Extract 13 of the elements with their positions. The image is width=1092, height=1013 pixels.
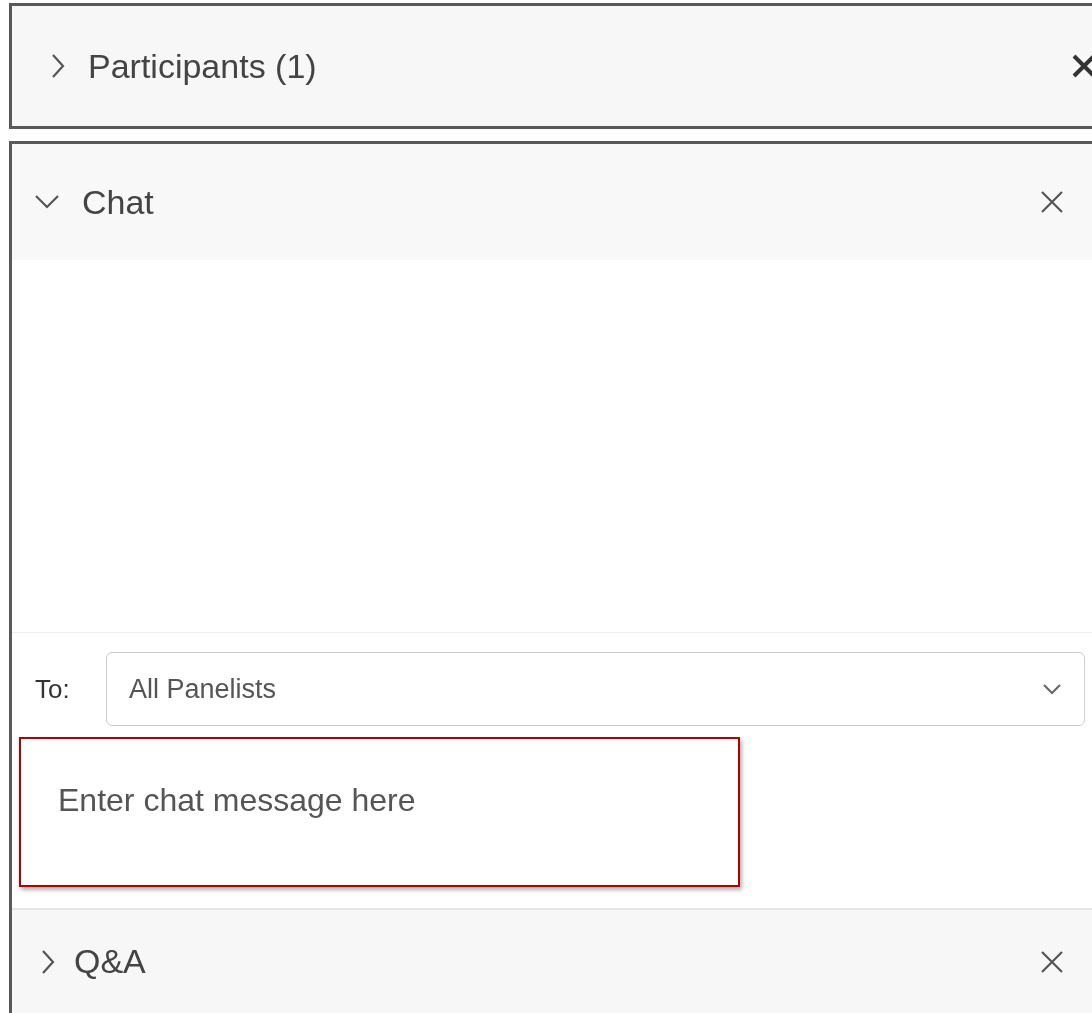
panel-title: Participants (1) [88,45,317,87]
chevron-down-icon[interactable] [34,194,60,210]
panel-title: Chat [82,181,154,223]
recipient-label: To: [35,672,71,706]
chevron-right-icon[interactable] [50,53,66,79]
close-icon[interactable] [1040,190,1064,214]
chevron-right-icon[interactable] [40,948,56,975]
chat-message-field[interactable]: Enter chat message here [19,737,740,887]
caret-icon [1042,683,1062,695]
recipient-dropdown[interactable]: All Panelists [106,652,1085,726]
close-icon[interactable] [1072,54,1092,78]
close-icon[interactable] [1040,949,1064,974]
panel-title: Q&A [74,941,146,982]
